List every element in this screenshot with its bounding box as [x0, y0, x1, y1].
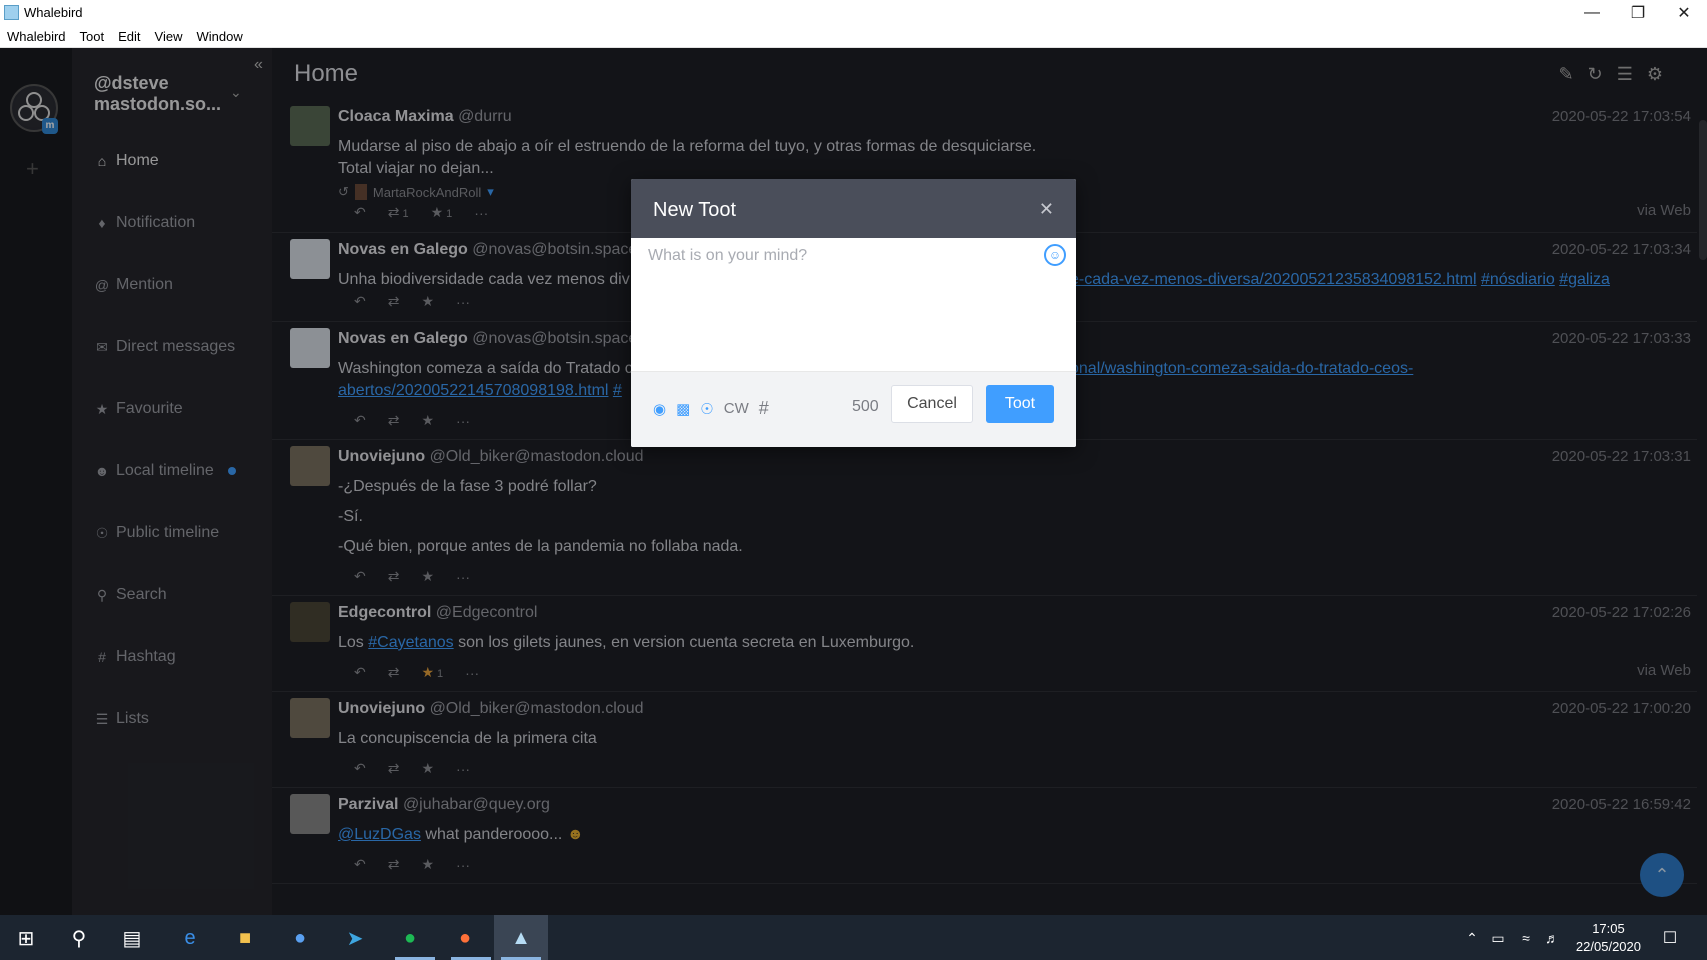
hash-icon[interactable]: #	[759, 398, 769, 419]
thunderbird-icon[interactable]: ●	[286, 924, 314, 952]
clock-time: 17:05	[1592, 921, 1625, 936]
toot-submit-button[interactable]: Toot	[986, 385, 1054, 423]
search-icon[interactable]: ⚲	[65, 924, 93, 952]
windows-start-icon[interactable]: ⊞	[12, 924, 40, 952]
spotify-icon[interactable]: ●	[396, 924, 424, 952]
system-clock[interactable]: 17:05 22/05/2020	[1576, 920, 1641, 956]
emoji-picker-icon[interactable]: ☺	[1044, 244, 1066, 266]
volume-icon[interactable]: ♬	[1538, 924, 1566, 952]
menu-whalebird[interactable]: Whalebird	[0, 26, 73, 47]
notification-center-icon[interactable]: ☐	[1656, 924, 1684, 952]
dialog-header: New Toot ✕	[631, 179, 1076, 238]
window-title: Whalebird	[24, 5, 83, 20]
task-view-icon[interactable]: ▤	[118, 924, 146, 952]
globe-icon[interactable]: ☉	[700, 400, 713, 418]
new-toot-dialog: New Toot ✕ What is on your mind? ☺ ◉ ▩ ☉…	[631, 179, 1076, 447]
minimize-button[interactable]: —	[1569, 0, 1615, 26]
whalebird-taskbar-icon[interactable]: ▲	[507, 924, 535, 952]
file-explorer-icon[interactable]: ■	[231, 924, 259, 952]
dialog-footer: ◉ ▩ ☉ CW # 500 Cancel Toot	[631, 372, 1076, 447]
wifi-icon[interactable]: ≈	[1512, 924, 1540, 952]
battery-icon[interactable]: ▭	[1484, 924, 1512, 952]
chevron-up-icon[interactable]: ⌃	[1458, 924, 1486, 952]
menu-toot[interactable]: Toot	[73, 26, 112, 47]
telegram-icon[interactable]: ➤	[341, 924, 369, 952]
windows-taskbar: ⊞ ⚲ ▤ e ■ ● ➤ ● ● ▲ ⌃ ▭ ≈ ♬ 17:05 22/05/…	[0, 915, 1707, 960]
poll-icon[interactable]: ▩	[676, 400, 690, 418]
toot-placeholder: What is on your mind?	[648, 247, 808, 264]
menu-view[interactable]: View	[148, 26, 190, 47]
close-window-button[interactable]: ✕	[1661, 0, 1707, 26]
window-titlebar: Whalebird — ❐ ✕	[0, 0, 1707, 26]
camera-icon[interactable]: ◉	[653, 400, 666, 418]
compose-tools: ◉ ▩ ☉ CW #	[653, 398, 769, 419]
cancel-button[interactable]: Cancel	[891, 385, 973, 423]
menu-edit[interactable]: Edit	[111, 26, 147, 47]
dialog-title: New Toot	[653, 199, 737, 221]
clock-date: 22/05/2020	[1575, 939, 1641, 954]
firefox-icon[interactable]: ●	[451, 924, 479, 952]
content-warning-button[interactable]: CW	[724, 400, 749, 417]
menu-window[interactable]: Window	[189, 26, 249, 47]
whalebird-app-icon	[4, 5, 19, 20]
toot-textarea[interactable]: What is on your mind? ☺	[631, 238, 1076, 372]
menu-bar: Whalebird Toot Edit View Window	[0, 26, 1707, 48]
edge-browser-icon[interactable]: e	[176, 924, 204, 952]
restore-button[interactable]: ❐	[1615, 0, 1661, 26]
close-icon[interactable]: ✕	[1039, 199, 1054, 220]
character-count: 500	[852, 398, 879, 415]
